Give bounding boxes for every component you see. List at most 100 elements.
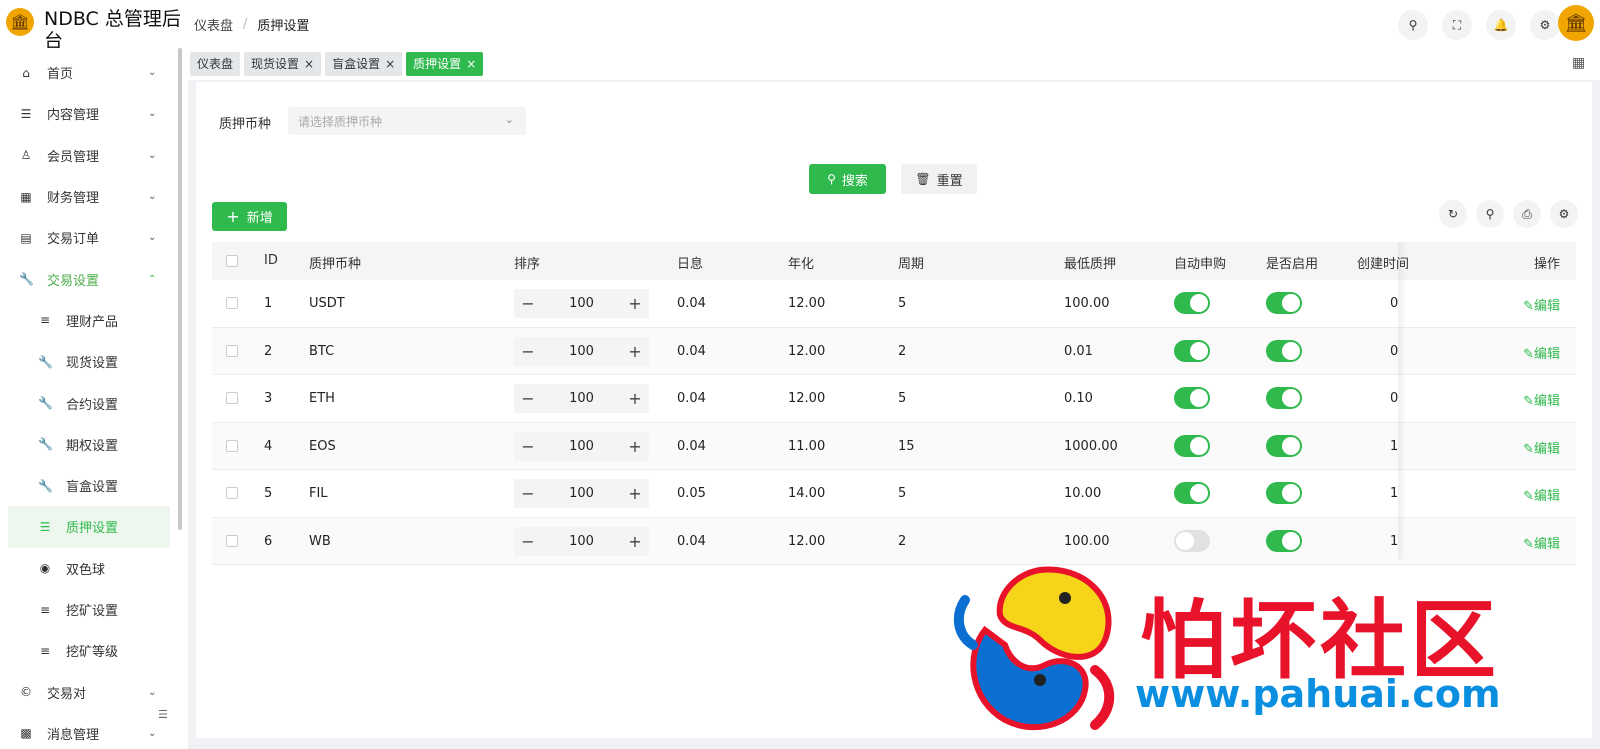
plus-icon[interactable]: + [621,389,649,408]
sidebar-subitem-4[interactable]: 🔧 盲盒设置 [0,465,178,506]
auto-subscribe-toggle[interactable] [1174,339,1210,362]
tab-1[interactable]: 现货设置 × [244,52,322,76]
search-icon[interactable]: ⚲ [1476,200,1504,228]
cell-coin: EOS [309,438,336,454]
edit-label: 编辑 [1533,536,1560,552]
edit-button[interactable]: ✎编辑 [1523,438,1560,457]
bell-icon[interactable]: 🔔 [1486,10,1516,40]
sidebar-subitem-0[interactable]: ≡ 理财产品 [0,300,178,341]
enabled-toggle[interactable] [1266,434,1302,457]
sidebar-subitem-7[interactable]: ≡ 挖矿设置 [0,589,178,630]
sidebar-subitem-5[interactable]: ☰ 质押设置 [8,506,170,548]
edit-icon: ✎ [1523,299,1534,314]
sidebar-subitem-3[interactable]: 🔧 期权设置 [0,424,178,465]
minus-icon[interactable]: − [514,342,542,361]
minus-icon[interactable]: − [514,437,542,456]
auto-subscribe-toggle[interactable] [1174,292,1210,314]
sidebar-scrollbar[interactable] [178,48,182,530]
sort-value[interactable]: 100 [542,439,621,454]
tab-3[interactable]: 质押设置 × [406,52,484,76]
sort-value[interactable]: 100 [542,296,621,311]
sidebar-item-2[interactable]: ♙ 会员管理 ⌄ [0,135,178,176]
stake-table: ID 质押币种 排序 日息 年化 周期 最低质押 自动申购 是否启用 创建时间 操作 1 USDT −1… [212,242,1576,565]
plus-icon[interactable]: + [621,532,649,551]
sidebar-subitem-8[interactable]: ≡ 挖矿等级 [0,630,178,671]
row-checkbox[interactable] [226,297,238,309]
edit-button[interactable]: ✎编辑 [1523,390,1560,409]
row-checkbox[interactable] [226,344,238,357]
edit-button[interactable]: ✎编辑 [1523,485,1560,504]
auto-subscribe-toggle[interactable] [1174,387,1210,409]
sidebar-item-0[interactable]: ⌂ 首页 ⌄ [0,52,178,93]
minus-icon[interactable]: − [514,389,542,408]
fullscreen-icon[interactable]: ⛶ [1442,10,1472,40]
sidebar-item-4[interactable]: ▤ 交易订单 ⌄ [0,217,178,258]
search-icon[interactable]: ⚲ [1398,10,1428,40]
row-checkbox[interactable] [226,439,238,452]
edit-button[interactable]: ✎编辑 [1523,533,1560,552]
select-all-checkbox[interactable] [226,255,238,267]
refresh-icon[interactable]: ↻ [1439,200,1467,228]
plus-icon[interactable]: + [621,484,649,503]
edit-button[interactable]: ✎编辑 [1523,295,1560,314]
tab-2[interactable]: 盲盒设置 × [325,52,403,76]
enabled-toggle[interactable] [1266,482,1302,504]
minus-icon[interactable]: − [514,484,542,503]
sort-value[interactable]: 100 [542,391,621,406]
enabled-toggle[interactable] [1266,387,1302,409]
edit-button[interactable]: ✎编辑 [1523,343,1560,362]
sort-value[interactable]: 100 [542,486,621,501]
add-button[interactable]: + 新增 [212,202,287,231]
cell-daily: 0.04 [677,533,706,549]
avatar[interactable]: 🏛 [1558,5,1594,41]
minus-icon[interactable]: − [514,532,542,551]
table-row: 4 EOS −100 +0.04 11.00 15 1000.00 1 ✎编辑 [212,422,1576,470]
row-checkbox[interactable] [226,392,238,404]
auto-subscribe-toggle[interactable] [1174,434,1210,457]
tab-label: 现货设置 [251,57,300,71]
column-header: 年化 [788,257,815,272]
gear-icon[interactable]: ⚙ [1530,10,1560,40]
close-icon[interactable]: × [466,52,476,76]
row-checkbox[interactable] [226,534,238,547]
coin-select[interactable]: 请选择质押币种 ⌄ [288,107,526,135]
sidebar-subitem-2[interactable]: 🔧 合约设置 [0,382,178,423]
enabled-toggle[interactable] [1266,339,1302,362]
collapse-sidebar-icon[interactable]: ☰ [158,708,168,721]
reset-button[interactable]: 🗑 重置 [901,164,977,194]
breadcrumb-dashboard[interactable]: 仪表盘 [194,15,233,34]
auto-subscribe-toggle[interactable] [1174,529,1210,552]
cell-coin: ETH [309,391,335,406]
grid-icon[interactable]: ▦ [1572,55,1588,71]
sort-value[interactable]: 100 [542,344,621,359]
search-button[interactable]: ⚲ 搜索 [809,164,886,194]
sidebar-bottom-item-1[interactable]: ▩ 消息管理 ⌄ [0,713,178,749]
print-icon[interactable]: ⎙ [1513,200,1541,228]
sidebar-subitem-3-label: 期权设置 [66,438,119,454]
gear-icon[interactable]: ⚙ [1550,200,1578,228]
breadcrumb-separator: / [243,16,248,32]
plus-icon[interactable]: + [621,437,649,456]
column-header: 排序 [514,257,541,272]
sidebar-item-5[interactable]: 🔧 交易设置 ⌃ [0,258,178,299]
row-checkbox[interactable] [226,487,238,499]
cell-daily: 0.04 [677,296,706,311]
auto-subscribe-toggle[interactable] [1174,482,1210,504]
sidebar-subitem-1[interactable]: 🔧 现货设置 [0,341,178,382]
plus-icon[interactable]: + [621,342,649,361]
close-icon[interactable]: × [304,52,314,76]
sidebar-item-5-label: 交易设置 [47,273,100,289]
sidebar-bottom-item-0[interactable]: © 交易对 ⌄ [0,671,178,712]
minus-icon[interactable]: − [514,294,542,313]
sidebar-item-3[interactable]: ▦ 财务管理 ⌄ [0,176,178,217]
sidebar-item-1[interactable]: ☰ 内容管理 ⌄ [0,93,178,134]
sort-value[interactable]: 100 [542,534,621,549]
trash-icon: 🗑 [915,172,931,186]
enabled-toggle[interactable] [1266,292,1302,314]
enabled-toggle[interactable] [1266,529,1302,552]
sidebar-subitem-6[interactable]: ◉ 双色球 [0,548,178,589]
close-icon[interactable]: × [385,52,395,76]
plus-icon[interactable]: + [621,294,649,313]
tab-0[interactable]: 仪表盘 [190,52,241,76]
cell-daily: 0.04 [677,391,706,406]
